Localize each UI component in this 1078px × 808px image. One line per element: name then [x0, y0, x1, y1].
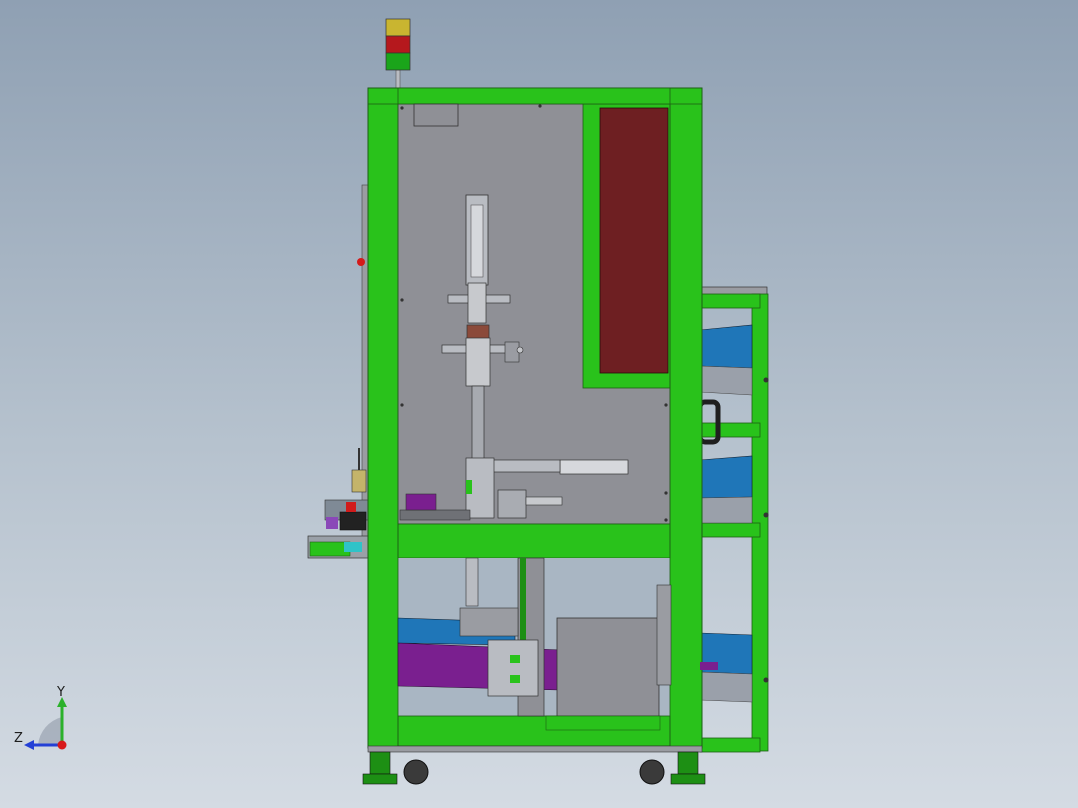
left-attachments	[307, 184, 373, 559]
belt-1-shadow	[699, 365, 753, 396]
cylinder-mount	[489, 459, 561, 473]
feeder-valve	[351, 469, 367, 493]
tower-light-red	[385, 35, 411, 54]
y-axis-label: Y	[57, 685, 65, 700]
side-rack	[697, 286, 769, 753]
red-panel	[599, 107, 669, 374]
caster-right	[639, 759, 665, 785]
side-sensor	[504, 341, 520, 363]
tower-light-yellow	[385, 18, 411, 37]
belt-3-shadow	[699, 671, 753, 703]
gripper-jaw	[497, 489, 527, 519]
base-rail	[367, 745, 703, 753]
actuator-body	[465, 337, 491, 387]
foot-pad-left	[362, 773, 398, 785]
tray-parts	[405, 493, 437, 511]
clamp-green-1	[510, 655, 520, 663]
leveling-foot-right	[677, 751, 699, 775]
foot-pad-right	[670, 773, 706, 785]
rack-rail-top	[699, 293, 761, 309]
tower-pole	[395, 69, 401, 91]
panel-bolt	[538, 104, 542, 108]
rack-bolt	[763, 377, 769, 383]
panel-bolt	[664, 491, 668, 495]
panel-bolt	[400, 403, 404, 407]
tower-light-green	[385, 52, 411, 71]
control-box	[556, 617, 660, 717]
cad-viewport[interactable]: Y Z	[0, 0, 1078, 808]
column-green-strip	[520, 558, 526, 648]
base-tray	[399, 509, 471, 521]
feeder-dark-block	[339, 511, 367, 531]
motor-unit	[656, 584, 672, 686]
z-axis-arrowhead	[24, 740, 34, 750]
rack-bolt	[763, 677, 769, 683]
blue-belt-2	[699, 455, 753, 499]
top-cover-box	[413, 103, 459, 127]
support-rod	[465, 557, 479, 607]
feeder-purple-part	[326, 517, 338, 529]
caster-left	[403, 759, 429, 785]
machine-assembly-drawing	[307, 18, 769, 785]
shaft	[471, 385, 485, 462]
panel-bolt	[400, 298, 404, 302]
orientation-triad: Y Z	[10, 685, 80, 755]
column-clamp	[487, 639, 539, 697]
support-plate	[459, 607, 519, 637]
triad-arc	[38, 717, 62, 745]
emergency-button	[357, 258, 365, 266]
rack-rail-mid	[699, 422, 761, 438]
box-base	[545, 715, 661, 731]
actuator-slot	[470, 204, 484, 278]
brown-coupling	[466, 324, 490, 340]
panel-bolt	[400, 106, 404, 110]
motor-purple-tip	[700, 662, 718, 670]
top-beam	[367, 87, 703, 105]
sensor-head	[516, 346, 524, 354]
push-rod	[525, 496, 563, 506]
green-sensor	[466, 480, 472, 494]
panel-bolt	[664, 403, 668, 407]
rack-rail-low	[699, 522, 761, 538]
blue-belt-1	[699, 324, 753, 369]
clamp-green-2	[510, 675, 520, 683]
mid-beam	[397, 523, 671, 559]
triad-origin	[57, 740, 67, 750]
panel-bolt	[664, 518, 668, 522]
leveling-foot-left	[369, 751, 391, 775]
feet	[362, 745, 706, 785]
rack-bolt	[763, 512, 769, 518]
horizontal-cylinder	[559, 459, 629, 475]
signal-tower	[385, 18, 411, 91]
feeder-cyan-part	[344, 542, 362, 552]
z-axis-label: Z	[14, 731, 23, 746]
upper-collar	[467, 282, 487, 324]
feeder-red-part	[346, 502, 356, 512]
belt-2-shadow	[699, 496, 753, 524]
rack-rail-bottom	[699, 737, 761, 753]
